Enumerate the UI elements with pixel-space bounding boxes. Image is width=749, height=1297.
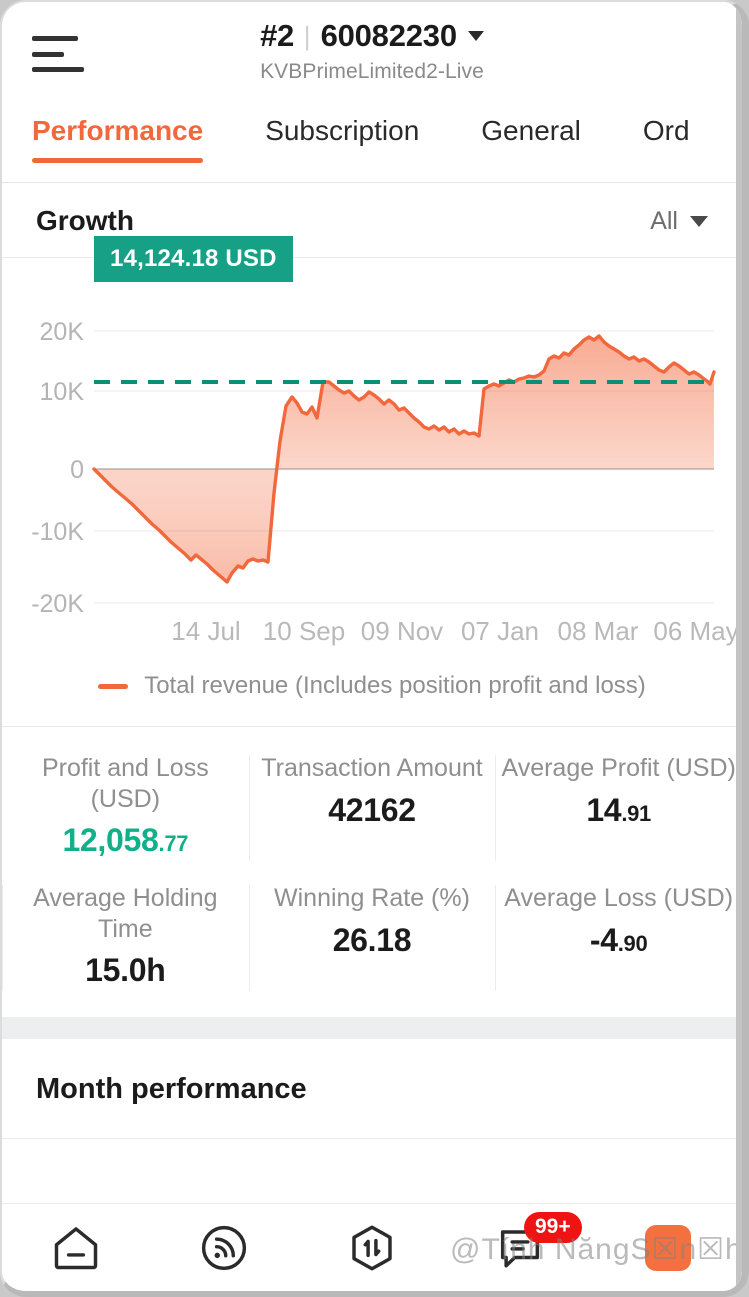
chart-x-labels: 14 Jul 10 Sep 09 Nov 07 Jan 08 Mar 06 Ma…	[171, 616, 738, 646]
stat-transaction-amount: Transaction Amount 42162	[248, 743, 496, 873]
svg-text:10 Sep: 10 Sep	[263, 616, 345, 646]
bottom-navigation[interactable]: 99+	[2, 1203, 742, 1291]
nav-chat[interactable]: 99+	[446, 1204, 594, 1291]
legend-line-icon	[98, 683, 129, 689]
svg-text:-20K: -20K	[31, 590, 84, 618]
account-number: #2	[260, 18, 294, 53]
screen-right-edge	[736, 2, 742, 1291]
chat-unread-badge: 99+	[524, 1212, 582, 1243]
section-gap	[2, 1017, 742, 1039]
signal-icon	[201, 1225, 247, 1270]
stat-profit-and-loss: Profit and Loss (USD) 12,058.77	[2, 743, 249, 873]
stat-label: Transaction Amount	[261, 754, 483, 782]
stat-value: -4.90	[501, 922, 736, 959]
svg-text:10K: 10K	[40, 378, 85, 406]
hamburger-menu-icon[interactable]	[32, 32, 84, 76]
legend-label: Total revenue (Includes position profit …	[144, 672, 646, 699]
app-icon	[645, 1224, 691, 1271]
svg-text:06 May: 06 May	[653, 616, 738, 646]
divider	[2, 1138, 742, 1139]
stat-label: Average Profit (USD)	[501, 754, 736, 782]
growth-chart[interactable]: 20K 10K 0 -10K -20K 14 Jul 10 Sep 09 Nov…	[2, 236, 742, 658]
stat-label: Average Loss (USD)	[504, 884, 734, 912]
svg-text:0: 0	[70, 456, 84, 484]
caret-down-icon[interactable]	[690, 215, 708, 227]
account-selector[interactable]: #2 | 60082230 KVBPrimeLimited2-Live	[2, 2, 742, 84]
svg-text:14 Jul: 14 Jul	[171, 616, 240, 646]
stat-value: 12,058.77	[8, 822, 243, 859]
stat-value: 15.0h	[8, 952, 243, 989]
chart-value-badge: 14,124.18 USD	[94, 236, 293, 282]
month-performance-title: Month performance	[36, 1073, 307, 1105]
stat-value-int: 12,058	[62, 822, 159, 858]
stat-label: Profit and Loss (USD)	[41, 754, 209, 813]
svg-text:08 Mar: 08 Mar	[558, 616, 639, 646]
trade-icon	[352, 1224, 392, 1271]
stat-average-loss: Average Loss (USD) -4.90	[495, 873, 742, 1003]
home-icon	[54, 1226, 98, 1269]
stat-value-int: 14	[586, 791, 622, 828]
nav-signals[interactable]	[150, 1204, 298, 1291]
tab-bar[interactable]: Performance Subscription General Ord	[2, 107, 742, 183]
nav-trade[interactable]	[298, 1204, 446, 1291]
svg-text:09 Nov: 09 Nov	[361, 616, 443, 646]
tab-subscription[interactable]: Subscription	[265, 107, 419, 147]
stat-value: 14.91	[501, 792, 736, 829]
account-separator: |	[303, 20, 311, 51]
stat-value-int: 26.18	[332, 921, 412, 958]
stat-average-holding-time: Average Holding Time 15.0h	[2, 873, 249, 1003]
tab-performance[interactable]: Performance	[32, 107, 204, 163]
stats-grid: Profit and Loss (USD) 12,058.77 Transact…	[2, 727, 742, 1017]
svg-text:07 Jan: 07 Jan	[461, 616, 539, 646]
tab-orders[interactable]: Ord	[643, 107, 690, 147]
chart-legend: Total revenue (Includes position profit …	[2, 658, 742, 726]
range-label: All	[650, 206, 678, 235]
chart-y-labels: 20K 10K 0 -10K -20K	[31, 318, 84, 618]
range-selector[interactable]: All	[650, 207, 708, 236]
stat-label: Winning Rate (%)	[274, 884, 470, 912]
stat-value-dec: .91	[621, 800, 651, 826]
stat-label: Average Holding Time	[33, 884, 218, 943]
nav-home[interactable]	[2, 1204, 150, 1291]
stat-average-profit: Average Profit (USD) 14.91	[495, 743, 742, 873]
month-performance-card: Month performance	[2, 1039, 742, 1138]
stat-value-dec: .77	[158, 831, 189, 856]
svg-text:-10K: -10K	[31, 518, 84, 546]
server-name: KVBPrimeLimited2-Live	[260, 60, 484, 83]
tab-general[interactable]: General	[481, 107, 581, 147]
growth-chart-svg: 20K 10K 0 -10K -20K 14 Jul 10 Sep 09 Nov…	[31, 318, 738, 646]
stat-value-int: 42162	[328, 791, 416, 828]
nav-app[interactable]	[594, 1204, 742, 1291]
app-header: #2 | 60082230 KVBPrimeLimited2-Live	[2, 2, 742, 107]
growth-title: Growth	[36, 205, 134, 236]
stat-value: 26.18	[255, 922, 490, 959]
svg-text:20K: 20K	[40, 318, 85, 346]
chevron-down-icon[interactable]	[467, 31, 484, 41]
phone-screen: #2 | 60082230 KVBPrimeLimited2-Live Perf…	[0, 0, 749, 1297]
account-id: 60082230	[320, 18, 458, 53]
stat-winning-rate: Winning Rate (%) 26.18	[248, 873, 496, 1003]
stat-value-dec: .90	[617, 930, 648, 956]
stat-value-int: 15.0h	[85, 952, 166, 988]
stat-value-int: -4	[589, 921, 618, 958]
stat-value: 42162	[255, 792, 490, 829]
